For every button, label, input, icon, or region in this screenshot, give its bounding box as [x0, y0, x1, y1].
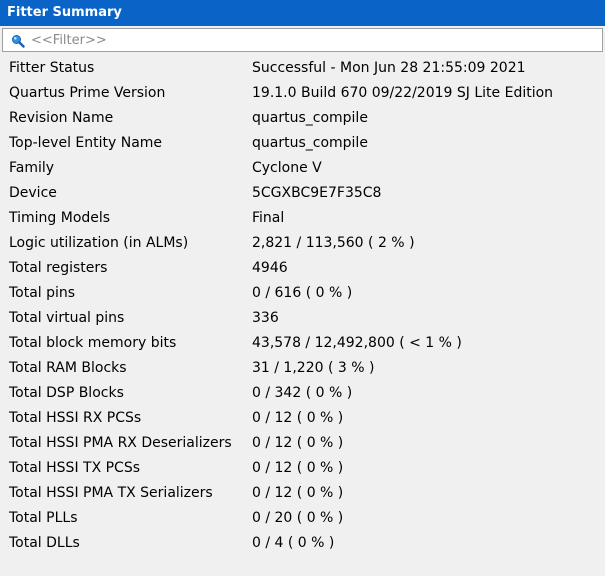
row-label: Total DLLs: [9, 535, 80, 551]
row-label: Total registers: [9, 260, 108, 276]
summary-table: Fitter Status Successful - Mon Jun 28 21:…: [0, 56, 605, 576]
table-row[interactable]: Total registers 4946: [0, 256, 605, 281]
row-label: Total HSSI TX PCSs: [9, 460, 141, 476]
row-label: Total block memory bits: [9, 335, 177, 351]
row-value: 0 / 12 ( 0 % ): [252, 485, 344, 501]
row-label: Top-level Entity Name: [9, 135, 163, 151]
table-row[interactable]: Timing Models Final: [0, 206, 605, 231]
row-value: 336: [252, 310, 279, 326]
row-value: 0 / 20 ( 0 % ): [252, 510, 344, 526]
table-row[interactable]: Total virtual pins 336: [0, 306, 605, 331]
table-row[interactable]: Total HSSI TX PCSs 0 / 12 ( 0 % ): [0, 456, 605, 481]
table-row[interactable]: Total DLLs 0 / 4 ( 0 % ): [0, 531, 605, 556]
search-icon: [11, 33, 25, 48]
row-value: 0 / 342 ( 0 % ): [252, 385, 353, 401]
row-value: 31 / 1,220 ( 3 % ): [252, 360, 375, 376]
row-value: 0 / 12 ( 0 % ): [252, 435, 344, 451]
table-row[interactable]: Fitter Status Successful - Mon Jun 28 21:…: [0, 56, 605, 81]
row-label: Revision Name: [9, 110, 114, 126]
table-row[interactable]: Top-level Entity Name quartus_compile: [0, 131, 605, 156]
table-row[interactable]: Logic utilization (in ALMs) 2,821 / 113,5…: [0, 231, 605, 256]
row-label: Total RAM Blocks: [9, 360, 127, 376]
row-value: 0 / 12 ( 0 % ): [252, 410, 344, 426]
row-value: 0 / 12 ( 0 % ): [252, 460, 344, 476]
panel-title: Fitter Summary: [0, 0, 605, 26]
row-label: Total HSSI PMA TX Serializers: [9, 485, 213, 501]
row-value: Cyclone V: [252, 160, 322, 176]
row-value: 5CGXBC9E7F35C8: [252, 185, 382, 201]
table-row[interactable]: Total pins 0 / 616 ( 0 % ): [0, 281, 605, 306]
row-label: Total PLLs: [9, 510, 78, 526]
row-value: Successful - Mon Jun 28 21:55:09 2021: [252, 60, 526, 76]
row-value: Final: [252, 210, 285, 226]
table-row[interactable]: Total HSSI PMA RX Deserializers 0 / 12 ( …: [0, 431, 605, 456]
row-label: Total HSSI PMA RX Deserializers: [9, 435, 232, 451]
row-value: 2,821 / 113,560 ( 2 % ): [252, 235, 415, 251]
table-row[interactable]: Total HSSI RX PCSs 0 / 12 ( 0 % ): [0, 406, 605, 431]
row-label: Total HSSI RX PCSs: [9, 410, 142, 426]
row-label: Fitter Status: [9, 60, 95, 76]
table-row[interactable]: Total RAM Blocks 31 / 1,220 ( 3 % ): [0, 356, 605, 381]
table-row[interactable]: Family Cyclone V: [0, 156, 605, 181]
row-label: Total DSP Blocks: [9, 385, 124, 401]
row-label: Total pins: [9, 285, 76, 301]
row-label: Family: [9, 160, 55, 176]
row-value: 4946: [252, 260, 288, 276]
table-row[interactable]: Total block memory bits 43,578 / 12,492,8…: [0, 331, 605, 356]
row-value: 0 / 4 ( 0 % ): [252, 535, 335, 551]
table-row[interactable]: Total DSP Blocks 0 / 342 ( 0 % ): [0, 381, 605, 406]
table-row[interactable]: Revision Name quartus_compile: [0, 106, 605, 131]
filter-bar[interactable]: [2, 28, 603, 52]
row-label: Timing Models: [9, 210, 111, 226]
row-label: Logic utilization (in ALMs): [9, 235, 189, 251]
row-value: 43,578 / 12,492,800 ( < 1 % ): [252, 335, 462, 351]
row-label: Device: [9, 185, 57, 201]
fitter-summary-panel: Fitter Summary Fitter Status Successful -…: [0, 0, 605, 576]
row-value: quartus_compile: [252, 110, 368, 126]
row-label: Total virtual pins: [9, 310, 125, 326]
row-value: 19.1.0 Build 670 09/22/2019 SJ Lite Edit…: [252, 85, 554, 101]
table-row[interactable]: Device 5CGXBC9E7F35C8: [0, 181, 605, 206]
table-row[interactable]: Total HSSI PMA TX Serializers 0 / 12 ( 0 …: [0, 481, 605, 506]
row-value: 0 / 616 ( 0 % ): [252, 285, 353, 301]
table-row[interactable]: Quartus Prime Version 19.1.0 Build 670 09…: [0, 81, 605, 106]
row-label: Quartus Prime Version: [9, 85, 166, 101]
table-row[interactable]: Total PLLs 0 / 20 ( 0 % ): [0, 506, 605, 531]
row-value: quartus_compile: [252, 135, 368, 151]
filter-input[interactable]: [31, 31, 591, 49]
